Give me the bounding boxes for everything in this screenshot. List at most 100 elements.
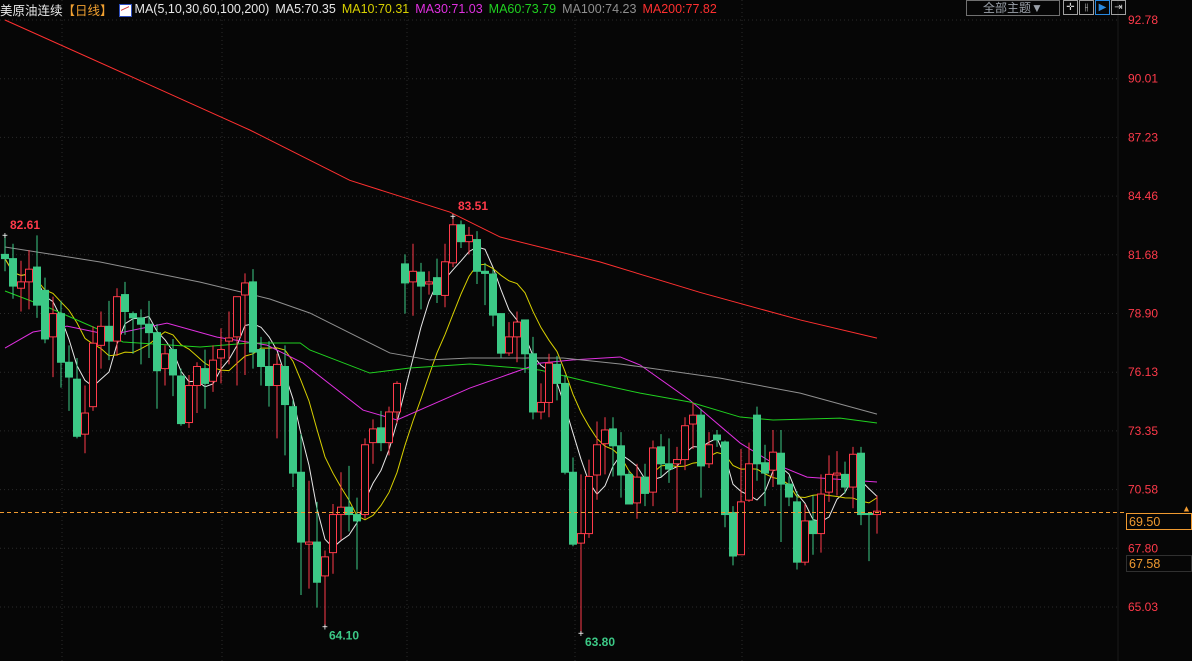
ma-chart-icon[interactable] (118, 3, 132, 17)
candle (753, 406, 761, 481)
candle-body (489, 273, 497, 316)
candle-body (753, 414, 761, 465)
candle (473, 231, 481, 284)
candle-body (441, 261, 449, 296)
candle (377, 410, 385, 452)
candle (737, 448, 745, 556)
chart-legend: 美原油连续 【日线】 MA(5,10,30,60,100,200) MA5:70… (0, 0, 723, 18)
high-annotation: 83.51 (458, 199, 488, 213)
candle-body (609, 428, 617, 447)
current-price-line: ▲ (0, 503, 1191, 513)
candle (441, 243, 449, 308)
candle (457, 220, 465, 249)
candlestick-chart[interactable]: 92.78 90.01 87.23 84.46 81.68 78.90 76.13 73.35… (0, 0, 1192, 661)
high-annotation: 82.61 (10, 218, 40, 232)
candle-body (577, 533, 585, 544)
candle-body (201, 368, 209, 384)
candle (857, 446, 865, 526)
price-tick-label: 78.90 (1128, 307, 1158, 321)
reference-price-box: 67.58 (1126, 555, 1192, 572)
candle-body (705, 444, 713, 465)
price-tick-label: 81.68 (1128, 248, 1158, 262)
extreme-marker: + (322, 623, 328, 634)
candle (385, 406, 393, 456)
candle (273, 353, 281, 439)
candle-body (137, 317, 145, 325)
candle (513, 311, 521, 363)
candle-body (9, 258, 17, 287)
candle-body (401, 263, 409, 284)
candle-body (241, 282, 249, 296)
candle-body (297, 471, 305, 543)
candle-body (145, 323, 153, 334)
candle (681, 417, 689, 471)
candle (721, 440, 729, 528)
candle-body (185, 385, 193, 424)
candle (305, 480, 313, 589)
candle-body (633, 476, 641, 504)
candle (137, 309, 145, 365)
candle-body (393, 382, 401, 413)
candle-body (497, 313, 505, 354)
candle-body (801, 520, 809, 563)
candle-body (593, 444, 601, 476)
candle-body (737, 501, 745, 556)
range-icon[interactable]: ⫲ (1079, 0, 1094, 15)
candle-body (513, 321, 521, 338)
ma-params[interactable]: MA(5,10,30,60,100,200) (135, 2, 270, 16)
candle (97, 311, 105, 369)
ma60-value: MA60:73.79 (488, 2, 557, 16)
candle-body (425, 281, 433, 285)
candle-body (809, 520, 817, 535)
candle-body (273, 363, 281, 387)
candle (81, 385, 89, 454)
candle (417, 262, 425, 310)
candle-body (225, 337, 233, 342)
price-tick-label: 87.23 (1128, 130, 1158, 144)
candle (657, 434, 665, 477)
candle-body (449, 224, 457, 264)
candle-body (305, 541, 313, 545)
candle-body (665, 463, 673, 470)
play-icon[interactable]: ▶ (1095, 0, 1110, 15)
candle (433, 258, 441, 304)
extreme-marker: + (2, 231, 8, 242)
candle (505, 322, 513, 356)
ma200-value: MA200:77.82 (642, 2, 717, 16)
candle-body (353, 514, 361, 522)
candle (865, 512, 873, 562)
candle-body (377, 427, 385, 444)
candle-body (529, 353, 537, 413)
candle (353, 497, 361, 570)
candle-body (385, 411, 393, 444)
candle-body (561, 382, 569, 473)
price-tick-label: 92.78 (1128, 13, 1158, 27)
candle (689, 402, 697, 449)
candle (521, 319, 529, 373)
theme-select[interactable]: 全部主题▼ (966, 0, 1060, 16)
candle (561, 374, 569, 475)
grid (0, 0, 1118, 661)
candle-body (793, 501, 801, 563)
candle-body (649, 447, 657, 493)
candle (393, 381, 401, 424)
candle-body (369, 428, 377, 444)
price-tick-label: 65.03 (1128, 600, 1158, 614)
candle-body (761, 462, 769, 474)
candle (697, 408, 705, 498)
ma-line-ma30 (4, 322, 878, 483)
crosshair-icon[interactable]: ✛ (1063, 0, 1078, 15)
candle (185, 374, 193, 428)
candle-body (721, 441, 729, 516)
candle-body (41, 289, 49, 340)
price-tick-label: 67.80 (1128, 541, 1158, 555)
move-right-icon[interactable]: ⇥ (1111, 0, 1126, 15)
current-price-box: 69.50 (1126, 513, 1192, 530)
candle (201, 349, 209, 409)
candle (345, 465, 353, 532)
candle-body (833, 472, 841, 476)
candle-body (129, 313, 137, 319)
candle (481, 262, 489, 306)
period-label[interactable]: 【日线】 (63, 0, 113, 19)
candle (153, 324, 161, 409)
